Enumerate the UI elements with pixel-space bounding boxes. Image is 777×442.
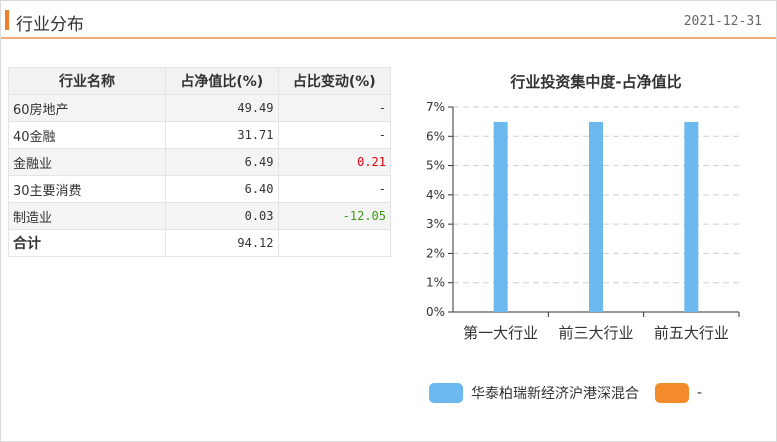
total-label: 合计 bbox=[8, 229, 166, 257]
y-tick-label: 4% bbox=[426, 188, 445, 202]
chart-legend: 华泰柏瑞新经济沪港深混合 - bbox=[429, 383, 718, 403]
column-header-industry: 行业名称 bbox=[8, 67, 166, 95]
table-row: 金融业 6.49 0.21 bbox=[8, 148, 391, 176]
y-tick-label: 5% bbox=[426, 159, 445, 173]
total-change bbox=[277, 229, 391, 257]
x-tick-label: 第一大行业 bbox=[463, 324, 538, 342]
legend-label-fund[interactable]: 华泰柏瑞新经济沪港深混合 bbox=[471, 383, 639, 403]
ratio-change-negative: -12.05 bbox=[277, 202, 391, 230]
y-tick-label: 3% bbox=[426, 217, 445, 231]
net-value-ratio: 31.71 bbox=[165, 121, 279, 149]
bar-2 bbox=[589, 121, 603, 312]
y-tick-label: 2% bbox=[426, 246, 445, 260]
y-tick-label: 0% bbox=[426, 305, 445, 319]
table-row: 60房地产 49.49 - bbox=[8, 94, 391, 122]
industry-name: 金融业 bbox=[8, 148, 166, 176]
y-tick-label: 7% bbox=[426, 100, 445, 114]
x-tick-label: 前五大行业 bbox=[654, 324, 729, 342]
table-row: 制造业 0.03 -12.05 bbox=[8, 202, 391, 230]
table-row: 30主要消费 6.40 - bbox=[8, 175, 391, 203]
ratio-change: - bbox=[277, 121, 391, 149]
table-row: 40金融 31.71 - bbox=[8, 121, 391, 149]
concentration-bar-chart: 行业投资集中度-占净值比 0% 1% 2% 3% 4% 5% 6% 7% 第一大行业 前三大行业 前五… bbox=[426, 73, 740, 342]
net-value-ratio: 6.40 bbox=[165, 175, 279, 203]
panel-title: 行业分布 bbox=[16, 15, 84, 35]
legend-swatch-benchmark[interactable] bbox=[655, 383, 689, 403]
bar-1 bbox=[493, 121, 508, 312]
bar-3 bbox=[684, 121, 699, 312]
table-header-row: 行业名称 占净值比(%) 占比变动(%) bbox=[8, 67, 391, 95]
net-value-ratio: 0.03 bbox=[165, 202, 279, 230]
chart-title: 行业投资集中度-占净值比 bbox=[509, 73, 681, 91]
industry-name: 30主要消费 bbox=[8, 175, 166, 203]
report-date: 2021-12-31 bbox=[683, 14, 762, 29]
ratio-change: - bbox=[277, 94, 391, 122]
total-ratio: 94.12 bbox=[165, 229, 279, 257]
industry-table: 行业名称 占净值比(%) 占比变动(%) 60房地产 49.49 - 40金融 … bbox=[8, 67, 391, 257]
column-header-ratio: 占净值比(%) bbox=[165, 67, 279, 95]
ratio-change: - bbox=[277, 175, 391, 203]
net-value-ratio: 49.49 bbox=[165, 94, 279, 122]
industry-distribution-panel: 行业分布 2021-12-31 行业名称 占净值比(%) 占比变动(%) 60房… bbox=[0, 0, 777, 442]
table-total-row: 合计 94.12 bbox=[8, 229, 391, 257]
industry-name: 40金融 bbox=[8, 121, 166, 149]
y-tick-label: 1% bbox=[426, 276, 445, 290]
header-accent-bar bbox=[5, 10, 9, 30]
legend-label-benchmark[interactable]: - bbox=[697, 385, 702, 401]
x-tick-label: 前三大行业 bbox=[558, 324, 633, 342]
panel-header: 行业分布 2021-12-31 bbox=[1, 1, 776, 39]
net-value-ratio: 6.49 bbox=[165, 148, 279, 176]
y-tick-label: 6% bbox=[426, 129, 445, 143]
industry-name: 制造业 bbox=[8, 202, 166, 230]
column-header-change: 占比变动(%) bbox=[277, 67, 391, 95]
legend-swatch-fund[interactable] bbox=[429, 383, 463, 403]
industry-name: 60房地产 bbox=[8, 94, 166, 122]
ratio-change-positive: 0.21 bbox=[277, 148, 391, 176]
